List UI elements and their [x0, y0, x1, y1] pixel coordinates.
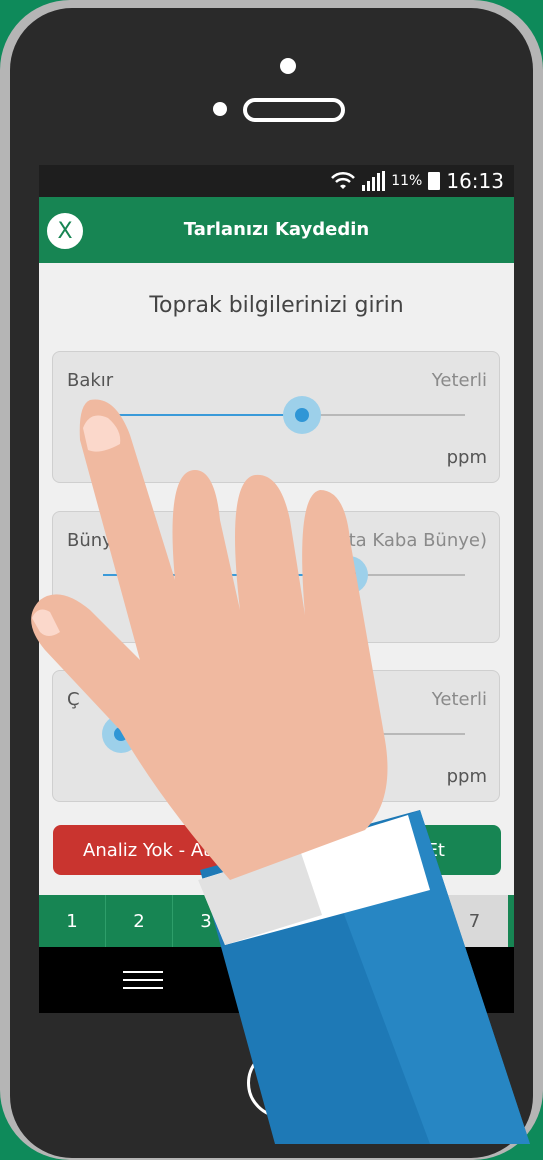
number-bar: 1 2 3 7 [39, 895, 514, 947]
slider-thumb[interactable] [330, 556, 369, 594]
sensor-dot [213, 102, 227, 116]
slider-fill [103, 414, 303, 416]
speaker-grille [243, 98, 345, 122]
card-status: Yeterli [431, 370, 487, 391]
camera-dot [280, 58, 296, 74]
number-tab-1[interactable]: 1 [39, 895, 106, 947]
card-texture: Büny T Orta Kaba Bünye) [52, 511, 500, 643]
card-label: Büny [67, 530, 113, 551]
home-button[interactable] [247, 1048, 317, 1118]
number-tab-7[interactable]: 7 [441, 895, 508, 947]
card-unit: ppm [446, 766, 487, 787]
form-prompt: Toprak bilgilerinizi girin [149, 293, 404, 318]
card-label: Ç [67, 689, 80, 710]
clock: 16:13 [446, 169, 504, 193]
slider-thumb[interactable] [102, 715, 141, 753]
slider-thumb[interactable] [283, 396, 322, 434]
card-status: Yeterli [431, 689, 487, 710]
battery-percent: 11% [391, 173, 423, 189]
signal-icon [362, 171, 386, 191]
slider-track[interactable] [103, 574, 465, 576]
card-zinc: Ç Yeterli ppm [52, 670, 500, 802]
wifi-icon [331, 171, 356, 189]
number-tab-3[interactable]: 3 [173, 895, 240, 947]
no-analysis-button[interactable]: Analiz Yok - At [53, 825, 253, 875]
card-label: Bakır [67, 370, 114, 391]
battery-icon [428, 172, 441, 190]
page-title: Tarlanızı Kaydedin [183, 219, 370, 240]
number-tab-6[interactable] [374, 895, 441, 947]
phone-screen: 11% 16:13 X Tarlanızı Kaydedin Toprak bi… [39, 165, 514, 1013]
status-bar: 11% 16:13 [39, 165, 514, 197]
app-bar: X Tarlanızı Kaydedin [39, 197, 514, 263]
slider-track[interactable] [103, 733, 465, 735]
card-unit: ppm [446, 447, 487, 468]
card-copper: Bakır Yeterli ppm [52, 351, 500, 483]
number-tab-4[interactable] [240, 895, 307, 947]
menu-icon[interactable] [123, 971, 163, 989]
save-button[interactable]: Et [289, 825, 501, 875]
number-tab-2[interactable]: 2 [106, 895, 173, 947]
card-status: T Orta Kaba Bünye) [310, 530, 487, 551]
slider-fill [103, 574, 350, 576]
number-tab-5[interactable] [307, 895, 374, 947]
system-nav-bar [39, 947, 514, 1013]
